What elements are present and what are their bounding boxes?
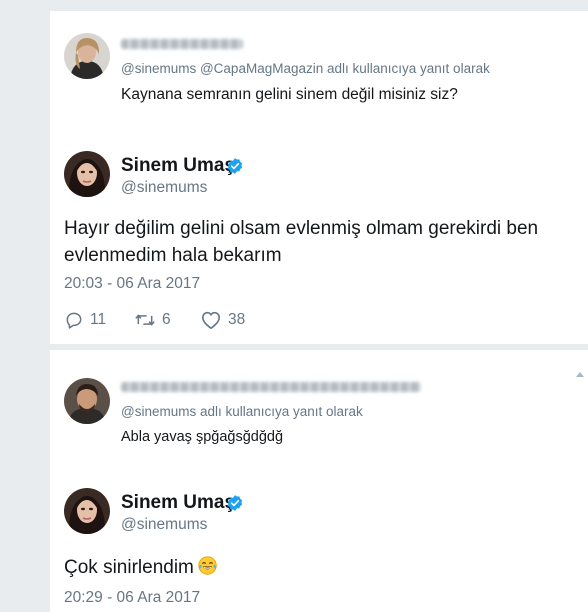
verified-badge-icon: [226, 157, 244, 175]
tweet-text-content: Çok sinirlendim: [64, 557, 194, 578]
reply-text: Kaynana semranın gelini sinem değil misi…: [121, 86, 458, 103]
author-handle[interactable]: @sinemums: [121, 516, 207, 534]
main-tweet[interactable]: Sinem Umaş @sinemums Hayır değilim gelin…: [50, 111, 588, 344]
tweet-timestamp[interactable]: 20:29 - 06 Ara 2017: [64, 589, 200, 607]
tweet-timestamp[interactable]: 20:03 - 06 Ara 2017: [64, 275, 200, 293]
main-tweet[interactable]: Sinem Umaş @sinemums Çok sinirlendim 20:…: [50, 476, 588, 612]
author-avatar[interactable]: [64, 151, 110, 197]
tweet-card-2: @sinemums adlı kullanıcıya yanıt olarak …: [50, 350, 588, 612]
replier-avatar[interactable]: [64, 33, 110, 79]
retweet-count: 6: [162, 311, 171, 328]
replier-avatar[interactable]: [64, 378, 110, 424]
reply-tweet[interactable]: @sinemums @CapaMagMagazin adlı kullanıcı…: [50, 11, 588, 111]
tweet-actions: 11 6 38: [64, 309, 324, 331]
author-avatar[interactable]: [64, 488, 110, 534]
verified-badge-icon: [226, 494, 244, 512]
heart-icon: [202, 311, 220, 329]
tweet-text: Hayır değilim gelini olsam evlenmiş olma…: [64, 218, 539, 266]
face-with-tears-of-joy-icon: [198, 556, 217, 575]
like-action[interactable]: 38: [200, 309, 245, 331]
reply-icon: [66, 312, 82, 329]
retweet-icon: [135, 314, 155, 326]
reply-to-line[interactable]: @sinemums adlı kullanıcıya yanıt olarak: [121, 404, 363, 419]
reply-tweet[interactable]: @sinemums adlı kullanıcıya yanıt olarak …: [50, 350, 588, 476]
reply-to-line[interactable]: @sinemums @CapaMagMagazin adlı kullanıcı…: [121, 61, 490, 76]
replier-name-blurred: [121, 39, 243, 49]
tweet-text: Çok sinirlendim: [64, 554, 584, 581]
like-count: 38: [228, 311, 246, 328]
reply-text: Abla yavaş şpğağsğdğdğ: [121, 429, 284, 445]
retweet-action[interactable]: 6: [134, 309, 171, 331]
author-name[interactable]: Sinem Umaş: [121, 492, 235, 514]
author-handle[interactable]: @sinemums: [121, 179, 207, 197]
reply-action[interactable]: 11: [64, 309, 106, 331]
author-name[interactable]: Sinem Umaş: [121, 155, 235, 177]
tweet-card-1: @sinemums @CapaMagMagazin adlı kullanıcı…: [50, 10, 588, 344]
reply-count: 11: [90, 311, 107, 328]
replier-name-blurred: [121, 382, 421, 392]
more-options-icon[interactable]: [576, 372, 584, 377]
